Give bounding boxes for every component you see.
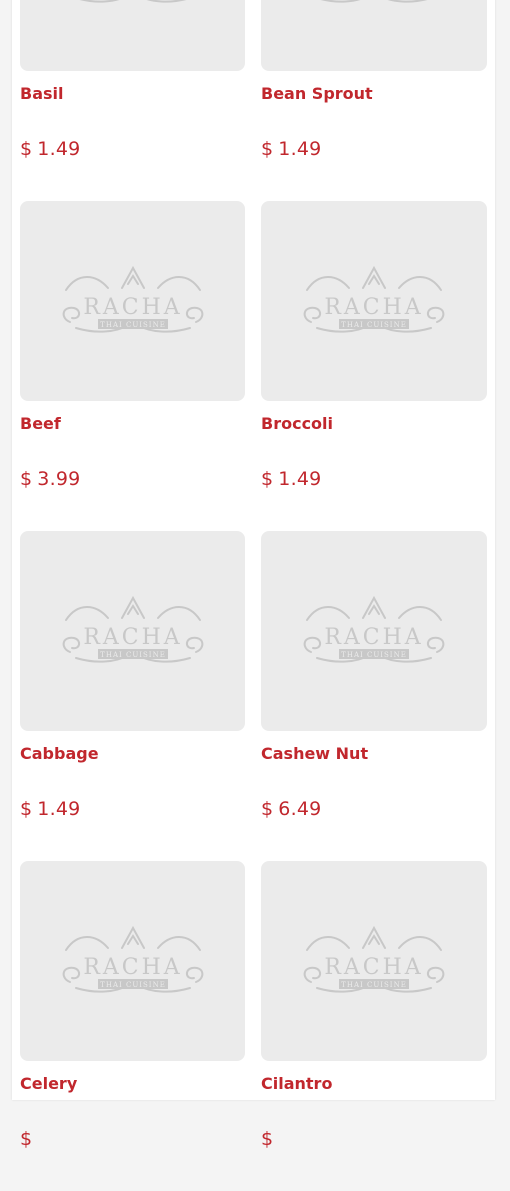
menu-item-card[interactable]: RACHA THAI CUISINE Cashew Nut $6.49 <box>261 531 487 861</box>
item-name[interactable]: Basil <box>20 84 63 103</box>
item-name[interactable]: Broccoli <box>261 414 333 433</box>
item-price: $1.49 <box>20 138 80 160</box>
price-amount: 1.49 <box>278 468 322 490</box>
menu-item-card[interactable]: RACHA THAI CUISINE Beef $3.99 <box>20 201 245 531</box>
logo-brand-text: RACHA <box>83 295 182 320</box>
svg-text:THAI CUISINE: THAI CUISINE <box>341 651 407 659</box>
price-currency: $ <box>261 1128 274 1150</box>
menu-item-card[interactable]: RACHA THAI CUISINE Celery $ <box>20 861 245 1191</box>
item-name[interactable]: Celery <box>20 1074 77 1093</box>
item-name[interactable]: Beef <box>20 414 61 433</box>
menu-item-card[interactable]: RACHA THAI CUISINE Bean Sprout $1.49 <box>261 0 487 201</box>
price-currency: $ <box>261 468 274 490</box>
logo-brand-text: RACHA <box>83 625 182 650</box>
logo-brand-text: RACHA <box>83 955 182 980</box>
racha-logo-icon: RACHA THAI CUISINE <box>303 265 445 333</box>
item-price: $ <box>20 1128 37 1150</box>
menu-item-card[interactable]: RACHA THAI CUISINE Broccoli $1.49 <box>261 201 487 531</box>
item-image-placeholder[interactable]: RACHA THAI CUISINE <box>261 201 487 401</box>
item-price: $3.99 <box>20 468 80 490</box>
price-currency: $ <box>20 798 33 820</box>
item-image-placeholder[interactable]: RACHA THAI CUISINE <box>261 531 487 731</box>
item-name[interactable]: Bean Sprout <box>261 84 373 103</box>
item-name[interactable]: Cabbage <box>20 744 99 763</box>
svg-text:THAI CUISINE: THAI CUISINE <box>341 981 407 989</box>
item-image-placeholder[interactable]: RACHA THAI CUISINE <box>20 531 245 731</box>
menu-grid: RACHA THAI CUISINE Basil $1.49 <box>20 0 487 1191</box>
price-amount: 3.99 <box>37 468 81 490</box>
menu-item-card[interactable]: RACHA THAI CUISINE Cilantro $ <box>261 861 487 1191</box>
svg-text:THAI CUISINE: THAI CUISINE <box>100 321 166 329</box>
item-name[interactable]: Cilantro <box>261 1074 332 1093</box>
price-currency: $ <box>20 468 33 490</box>
price-amount: 1.49 <box>37 798 81 820</box>
price-amount: 1.49 <box>278 138 322 160</box>
price-currency: $ <box>261 798 274 820</box>
racha-logo-icon: RACHA THAI CUISINE <box>62 265 203 333</box>
logo-brand-text: RACHA <box>324 295 423 320</box>
menu-item-card[interactable]: RACHA THAI CUISINE Cabbage $1.49 <box>20 531 245 861</box>
menu-item-card[interactable]: RACHA THAI CUISINE Basil $1.49 <box>20 0 245 201</box>
racha-logo-icon: RACHA THAI CUISINE <box>62 595 203 663</box>
logo-brand-text: RACHA <box>324 625 423 650</box>
svg-text:THAI CUISINE: THAI CUISINE <box>100 651 166 659</box>
racha-logo-icon: RACHA THAI CUISINE <box>62 925 203 993</box>
racha-logo-icon: RACHA THAI CUISINE <box>303 925 445 993</box>
item-image-placeholder[interactable]: RACHA THAI CUISINE <box>20 0 245 71</box>
racha-logo-icon: RACHA THAI CUISINE <box>320 0 428 3</box>
item-price: $1.49 <box>20 798 80 820</box>
price-amount: 1.49 <box>37 138 81 160</box>
price-currency: $ <box>20 138 33 160</box>
svg-text:THAI CUISINE: THAI CUISINE <box>341 321 407 329</box>
item-image-placeholder[interactable]: RACHA THAI CUISINE <box>20 201 245 401</box>
racha-logo-icon: RACHA THAI CUISINE <box>79 0 186 3</box>
item-image-placeholder[interactable]: RACHA THAI CUISINE <box>20 861 245 1061</box>
logo-brand-text: RACHA <box>324 955 423 980</box>
item-name[interactable]: Cashew Nut <box>261 744 368 763</box>
svg-text:THAI CUISINE: THAI CUISINE <box>100 981 166 989</box>
item-image-placeholder[interactable]: RACHA THAI CUISINE <box>261 0 487 71</box>
item-price: $ <box>261 1128 278 1150</box>
price-currency: $ <box>20 1128 33 1150</box>
price-currency: $ <box>261 138 274 160</box>
racha-logo-icon: RACHA THAI CUISINE <box>303 595 445 663</box>
item-image-placeholder[interactable]: RACHA THAI CUISINE <box>261 861 487 1061</box>
item-price: $1.49 <box>261 468 321 490</box>
item-price: $6.49 <box>261 798 321 820</box>
item-price: $1.49 <box>261 138 321 160</box>
price-amount: 6.49 <box>278 798 322 820</box>
